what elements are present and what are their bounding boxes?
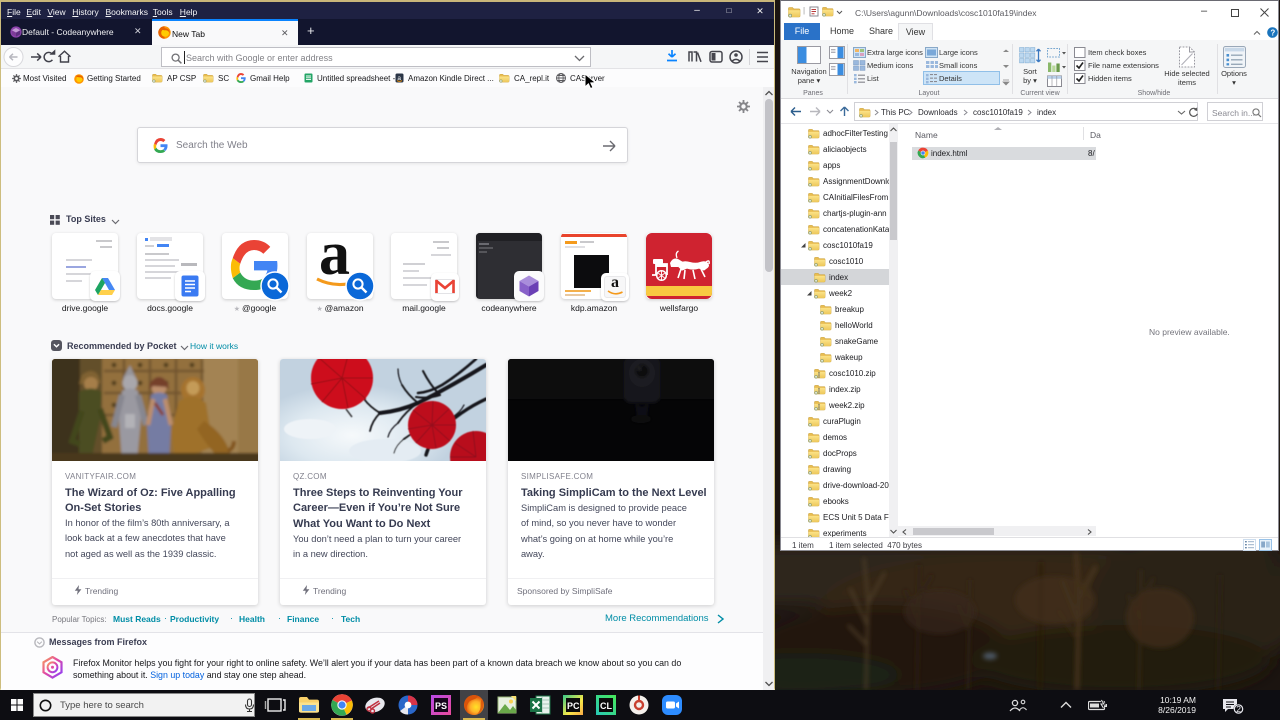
svg-text:PS: PS	[435, 701, 447, 711]
svg-text:?: ?	[1270, 29, 1275, 38]
svg-text:PC: PC	[567, 701, 580, 711]
svg-text:CL: CL	[600, 701, 612, 711]
svg-text:2: 2	[1236, 704, 1241, 714]
